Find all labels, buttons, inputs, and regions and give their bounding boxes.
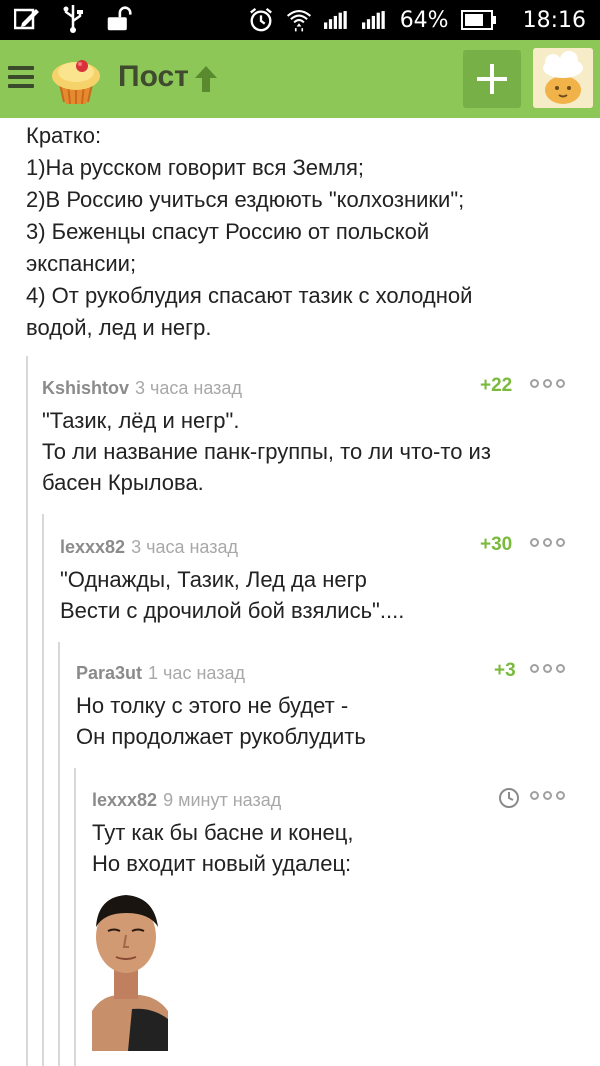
more-options-icon[interactable] bbox=[530, 664, 565, 673]
comment-line: "Тазик, лёд и негр". bbox=[42, 408, 240, 433]
post-line: 2)В Россию учиться ездюють "колхозники"; bbox=[26, 187, 465, 212]
thread-line bbox=[74, 768, 76, 1066]
app-bar: Пост bbox=[0, 40, 600, 118]
post-line: экспансии; bbox=[26, 251, 137, 276]
clock-time: 18:16 bbox=[522, 7, 586, 33]
usb-icon bbox=[60, 5, 86, 33]
post-line: 3) Беженцы спасут Россию от польской bbox=[26, 219, 430, 244]
status-bar: 64% 18:16 bbox=[0, 0, 600, 40]
comment-line: Он продолжает рукоблудить bbox=[76, 724, 366, 749]
post-line: 1)На русском говорит вся Земля; bbox=[26, 155, 365, 180]
comment-line: Вести с дрочилой бой взялись".... bbox=[60, 598, 405, 623]
comment-author[interactable]: Para3ut bbox=[76, 663, 142, 684]
edit-icon bbox=[14, 6, 40, 32]
thread-line bbox=[58, 642, 60, 1066]
comment-image[interactable] bbox=[92, 891, 168, 1051]
add-post-button[interactable] bbox=[463, 50, 521, 108]
comment-line: Но толку с этого не будет - bbox=[76, 693, 349, 718]
comment-line: Тут как бы басне и конец, bbox=[92, 820, 354, 845]
clock-icon bbox=[498, 787, 520, 809]
comment-rating: +3 bbox=[494, 660, 516, 681]
comment-line: басен Крылова. bbox=[42, 470, 204, 495]
battery-icon bbox=[460, 7, 497, 33]
comment-time: 3 часа назад bbox=[131, 536, 239, 557]
comment: Kshishtov 3 часа назад +22 "Тазик, лёд и… bbox=[42, 375, 572, 498]
more-options-icon[interactable] bbox=[530, 538, 565, 547]
comment-line: То ли название панк-группы, то ли что-то… bbox=[42, 439, 491, 464]
thread-line bbox=[42, 514, 44, 1066]
comment: lexxx82 9 минут назад Тут как бы басне и… bbox=[92, 787, 572, 1051]
wifi-icon bbox=[286, 7, 312, 33]
comment: lexxx82 3 часа назад +30 "Однажды, Тазик… bbox=[60, 534, 572, 626]
comment-author[interactable]: Kshishtov bbox=[42, 378, 129, 399]
unlock-icon bbox=[106, 6, 132, 32]
thread-line bbox=[26, 356, 28, 1066]
comment-time: 3 часа назад bbox=[135, 377, 242, 398]
post-line: водой, лед и негр. bbox=[26, 315, 212, 340]
alarm-icon bbox=[248, 7, 274, 33]
post-line: Кратко: bbox=[26, 123, 102, 148]
comment-author[interactable]: lexxx82 bbox=[92, 790, 157, 811]
comment-rating: +22 bbox=[480, 375, 513, 396]
more-options-icon[interactable] bbox=[530, 791, 565, 800]
comment-line: Но входит новый удалец: bbox=[92, 851, 352, 876]
pikabu-logo[interactable] bbox=[48, 52, 104, 108]
post-body: Кратко: 1)На русском говорит вся Земля; … bbox=[26, 120, 586, 344]
page-title: Пост bbox=[118, 60, 189, 93]
more-options-icon[interactable] bbox=[530, 379, 565, 388]
signal-2-icon bbox=[361, 7, 388, 33]
comment-time: 1 час назад bbox=[148, 662, 245, 683]
comment-author[interactable]: lexxx82 bbox=[60, 537, 125, 558]
plus-icon bbox=[477, 64, 507, 94]
menu-icon[interactable] bbox=[8, 66, 34, 88]
comment-rating: +30 bbox=[480, 534, 513, 555]
comment-line: "Однажды, Тазик, Лед да негр bbox=[60, 567, 367, 592]
user-avatar[interactable] bbox=[533, 48, 593, 108]
post-line: 4) От рукоблудия спасают тазик с холодно… bbox=[26, 283, 473, 308]
battery-percent: 64% bbox=[399, 7, 449, 33]
comment: Para3ut 1 час назад +3 Но толку с этого … bbox=[76, 660, 572, 752]
signal-1-icon bbox=[323, 7, 350, 33]
arrow-up-icon[interactable] bbox=[193, 64, 219, 94]
comment-time: 9 минут назад bbox=[163, 789, 282, 810]
